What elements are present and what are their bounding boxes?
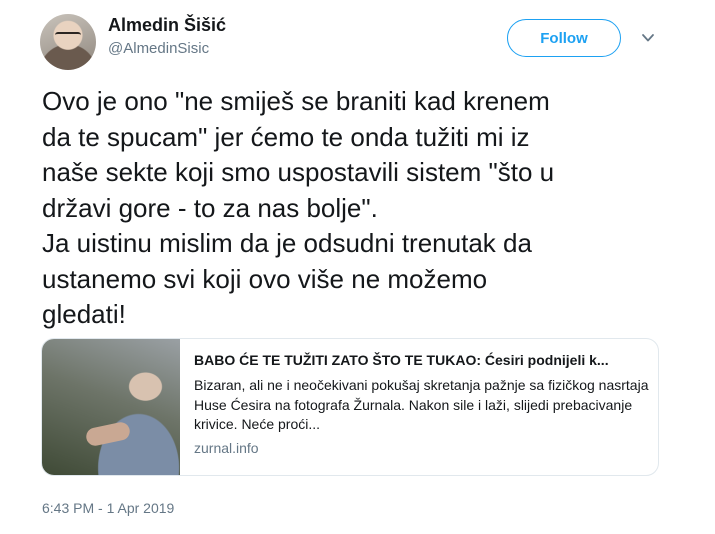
card-body[interactable]: BABO ĆE TE TUŽITI ZATO ŠTO TE TUKAO: Ćes… <box>194 351 650 456</box>
tweet-text: Ovo je ono "ne smiješ se braniti kad kre… <box>42 84 682 333</box>
avatar-glasses <box>55 32 81 40</box>
author-name[interactable]: Almedin Šišić <box>108 15 226 36</box>
thumbnail-hand <box>84 420 132 448</box>
card-description: Bizaran, ali ne i neočekivani pokušaj sk… <box>194 377 649 432</box>
card-title[interactable]: BABO ĆE TE TUŽITI ZATO ŠTO TE TUKAO: Ćes… <box>194 351 650 369</box>
author-handle[interactable]: @AlmedinSisic <box>108 40 209 57</box>
follow-button[interactable]: Follow <box>507 19 621 57</box>
tweet-line: ustanemo svi koji ovo više ne možemo <box>42 263 488 294</box>
link-card[interactable]: BABO ĆE TE TUŽITI ZATO ŠTO TE TUKAO: Ćes… <box>41 338 659 476</box>
tweet-line: da te spucam" jer ćemo te onda tužiti mi… <box>42 121 530 152</box>
timestamp[interactable]: 6:43 PM - 1 Apr 2019 <box>42 500 174 516</box>
tweet-line: Ovo je ono "ne smiješ se braniti kad kre… <box>42 86 550 116</box>
card-domain: zurnal.info <box>194 439 259 456</box>
tweet-line: naše sekte koji smo uspostavili sistem "… <box>42 157 555 187</box>
chevron-down-icon[interactable] <box>640 30 656 46</box>
tweet-line: gledati! <box>42 299 126 329</box>
tweet-line: državi gore - to za nas bolje". <box>42 192 378 223</box>
tweet-line: Ja uistinu mislim da je odsudni trenutak… <box>42 228 532 258</box>
avatar[interactable] <box>40 14 96 70</box>
card-thumbnail[interactable] <box>42 339 180 475</box>
